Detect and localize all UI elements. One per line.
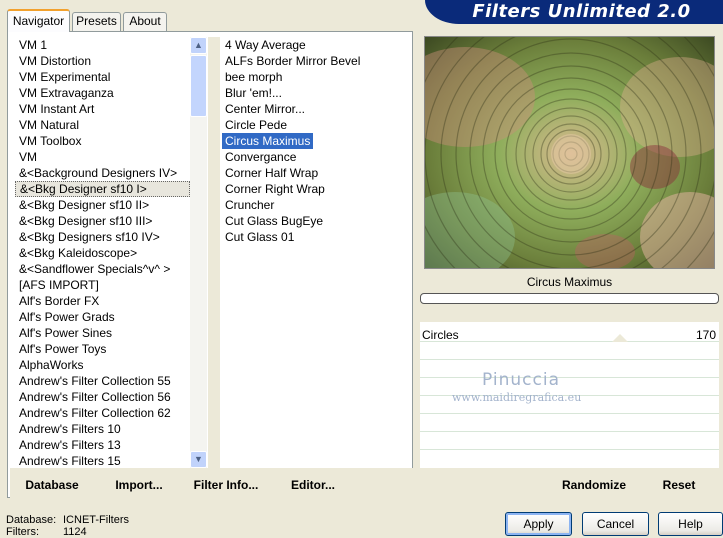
filter-item[interactable]: Circle Pede	[222, 117, 412, 133]
filter-item-label: ALFs Border Mirror Bevel	[225, 54, 361, 68]
watermark-url: www.maidiregrafica.eu	[452, 391, 582, 404]
param-row-empty	[420, 360, 719, 378]
reset-button[interactable]: Reset	[656, 476, 702, 494]
filter-item[interactable]: Cut Glass 01	[222, 229, 412, 245]
status-database-label: Database:	[6, 514, 57, 526]
category-item[interactable]: &<Bkg Designer sf10 III>	[15, 213, 190, 229]
filter-item-label: Cut Glass 01	[225, 230, 295, 244]
category-item[interactable]: &<Bkg Designer sf10 II>	[15, 197, 190, 213]
category-item[interactable]: VM Experimental	[15, 69, 190, 85]
filter-item-label: Convergance	[225, 150, 297, 164]
tab-navigator[interactable]: Navigator	[7, 9, 70, 32]
filter-item-label: bee morph	[225, 70, 283, 84]
filter-item-label: 4 Way Average	[225, 38, 306, 52]
filter-item[interactable]: Blur 'em!...	[222, 85, 412, 101]
cancel-button[interactable]: Cancel	[582, 512, 649, 536]
filter-info-button[interactable]: Filter Info...	[190, 476, 262, 494]
filter-item[interactable]: Corner Half Wrap	[222, 165, 412, 181]
filter-item[interactable]: Cruncher	[222, 197, 412, 213]
filter-item-label: Corner Half Wrap	[225, 166, 319, 180]
category-item[interactable]: &<Background Designers IV>	[15, 165, 190, 181]
filter-item[interactable]: ALFs Border Mirror Bevel	[222, 53, 412, 69]
filter-item-label: Blur 'em!...	[225, 86, 282, 100]
category-item[interactable]: Alf's Border FX	[15, 293, 190, 309]
category-item[interactable]: Alf's Power Toys	[15, 341, 190, 357]
param-row-empty	[420, 414, 719, 432]
category-item[interactable]: VM Toolbox	[15, 133, 190, 149]
param-value: 170	[695, 328, 716, 342]
filter-item[interactable]: 4 Way Average	[222, 37, 412, 53]
filter-item[interactable]: Circus Maximus	[222, 133, 412, 149]
param-row[interactable]	[420, 322, 719, 342]
category-item[interactable]: &<Bkg Designers sf10 IV>	[15, 229, 190, 245]
category-scrollbar[interactable]: ▲ ▼	[190, 37, 207, 468]
scroll-up-arrow-icon[interactable]: ▲	[190, 37, 207, 54]
filter-item-label: Corner Right Wrap	[225, 182, 325, 196]
category-item[interactable]: Andrew's Filters 10	[15, 421, 190, 437]
tab-presets[interactable]: Presets	[72, 12, 121, 31]
category-item[interactable]: VM Extravaganza	[15, 85, 190, 101]
filter-item-label: Center Mirror...	[225, 102, 306, 116]
filter-item[interactable]: bee morph	[222, 69, 412, 85]
tab-about[interactable]: About	[123, 12, 167, 31]
category-item[interactable]: &<Bkg Kaleidoscope>	[15, 245, 190, 261]
param-row-empty	[420, 432, 719, 450]
help-button[interactable]: Help	[658, 512, 723, 536]
category-item[interactable]: Andrew's Filters 15	[15, 453, 190, 468]
import-button[interactable]: Import...	[110, 476, 168, 494]
filter-item-label: Cut Glass BugEye	[225, 214, 324, 228]
category-list[interactable]: VM 1 VM Distortion VM Experimental VM Extra…	[15, 37, 190, 468]
category-item[interactable]: Alf's Power Sines	[15, 325, 190, 341]
list-divider	[208, 37, 220, 468]
category-item[interactable]: Alf's Power Grads	[15, 309, 190, 325]
filter-list[interactable]: 4 Way Average ALFs Border Mirror Bevel bee…	[222, 37, 412, 468]
filter-item[interactable]: Cut Glass BugEye	[222, 213, 412, 229]
category-item[interactable]: &<Sandflower Specials^v^ >	[15, 261, 190, 277]
param-row-empty	[420, 450, 719, 468]
progress-bar	[420, 293, 719, 304]
filter-item-label: Circus Maximus	[222, 133, 314, 149]
category-item[interactable]: &<Bkg Designer sf10 I>	[15, 181, 190, 197]
filter-item-label: Cruncher	[225, 198, 275, 212]
param-label: Circles	[422, 328, 459, 342]
status-database-value: ICNET-Filters	[63, 514, 129, 526]
category-item[interactable]: VM	[15, 149, 190, 165]
watermark-name: Pinuccia	[482, 370, 560, 390]
status-filters-value: 1124	[63, 526, 87, 538]
category-item[interactable]: Andrew's Filter Collection 56	[15, 389, 190, 405]
param-slider-thumb[interactable]	[612, 334, 628, 342]
category-item[interactable]: VM 1	[15, 37, 190, 53]
apply-button[interactable]: Apply	[505, 512, 572, 536]
category-item[interactable]: Andrew's Filters 13	[15, 437, 190, 453]
randomize-button[interactable]: Randomize	[556, 476, 632, 494]
category-item[interactable]: VM Distortion	[15, 53, 190, 69]
category-item[interactable]: Andrew's Filter Collection 62	[15, 405, 190, 421]
filter-preview-image	[424, 36, 715, 269]
category-item[interactable]: [AFS IMPORT]	[15, 277, 190, 293]
current-filter-name: Circus Maximus	[526, 275, 613, 289]
app-title: Filters Unlimited 2.0	[472, 1, 691, 22]
editor-button[interactable]: Editor...	[286, 476, 340, 494]
database-button[interactable]: Database	[20, 476, 84, 494]
param-row-empty	[420, 342, 719, 360]
status-filters-label: Filters:	[6, 526, 39, 538]
category-item[interactable]: VM Instant Art	[15, 101, 190, 117]
scroll-down-arrow-icon[interactable]: ▼	[190, 451, 207, 468]
filter-item-label: Circle Pede	[225, 118, 288, 132]
filter-item[interactable]: Convergance	[222, 149, 412, 165]
category-item[interactable]: Andrew's Filter Collection 55	[15, 373, 190, 389]
filter-item[interactable]: Center Mirror...	[222, 101, 412, 117]
filter-item[interactable]: Corner Right Wrap	[222, 181, 412, 197]
category-item[interactable]: AlphaWorks	[15, 357, 190, 373]
preview-pattern	[425, 37, 714, 268]
scrollbar-thumb[interactable]	[190, 55, 207, 117]
category-item[interactable]: VM Natural	[15, 117, 190, 133]
